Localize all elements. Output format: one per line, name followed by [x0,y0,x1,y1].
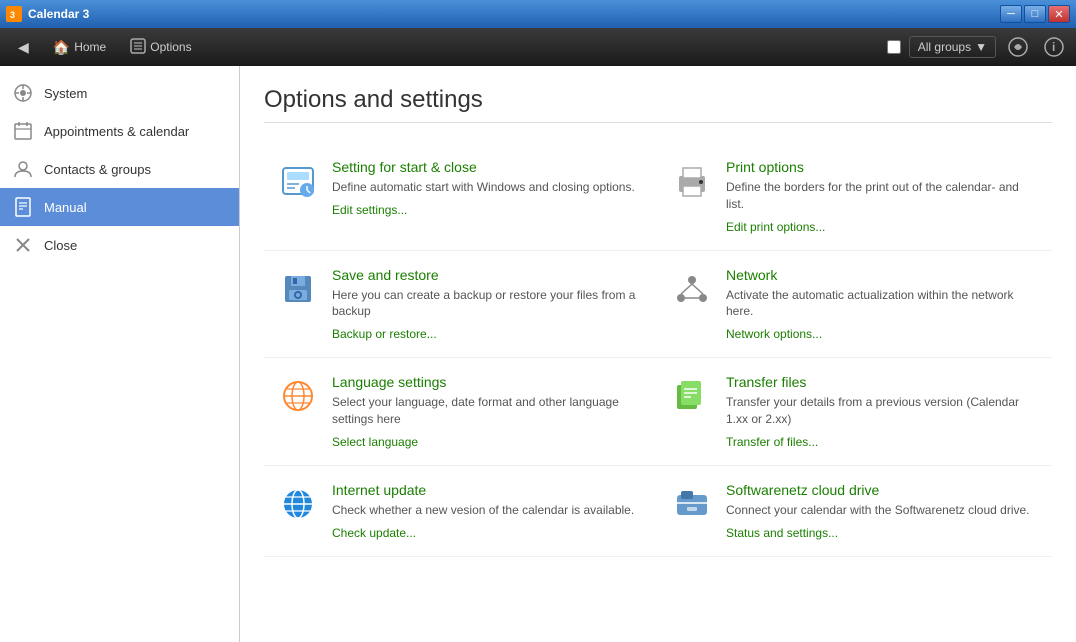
back-icon: ◀ [18,39,29,56]
system-icon [12,82,34,104]
home-button[interactable]: 🏠 Home [43,35,116,60]
sidebar-item-close[interactable]: Close [0,226,239,264]
option-link-transfer-files[interactable]: Transfer of files... [726,435,818,449]
option-desc-start-close: Define automatic start with Windows and … [332,179,646,196]
all-groups-label: All groups [918,40,971,54]
option-title-internet-update[interactable]: Internet update [332,482,646,498]
sidebar-item-appointments[interactable]: Appointments & calendar [0,112,239,150]
option-body-save-restore: Save and restore Here you can create a b… [332,267,646,342]
sidebar-appointments-label: Appointments & calendar [44,124,189,139]
option-desc-internet-update: Check whether a new vesion of the calend… [332,502,646,519]
close-icon [12,234,34,256]
sidebar-contacts-label: Contacts & groups [44,162,151,177]
option-body-language: Language settings Select your language, … [332,374,646,449]
sidebar-item-manual[interactable]: Manual [0,188,239,226]
option-link-internet-update[interactable]: Check update... [332,526,416,540]
appointments-icon [12,120,34,142]
share-button[interactable] [1004,33,1032,61]
option-body-start-close: Setting for start & close Define automat… [332,159,646,234]
sidebar-system-label: System [44,86,87,101]
option-title-transfer-files[interactable]: Transfer files [726,374,1040,390]
sidebar-item-contacts[interactable]: Contacts & groups [0,150,239,188]
maximize-button[interactable]: □ [1024,5,1046,23]
option-title-network[interactable]: Network [726,267,1040,283]
option-item-print-options[interactable]: Print options Define the borders for the… [658,143,1052,251]
option-title-language[interactable]: Language settings [332,374,646,390]
option-desc-cloud-drive: Connect your calendar with the Softwaren… [726,502,1040,519]
title-bar: 3 Calendar 3 ─ □ ✕ [0,0,1076,28]
sidebar: System Appointments & calendar Contacts … [0,66,240,642]
toolbar: ◀ 🏠 Home Options All groups ▼ i [0,28,1076,66]
option-body-network: Network Activate the automatic actualiza… [726,267,1040,342]
option-body-cloud-drive: Softwarenetz cloud drive Connect your ca… [726,482,1040,540]
contacts-icon [12,158,34,180]
option-icon-network [670,267,714,311]
option-title-print-options[interactable]: Print options [726,159,1040,175]
option-link-language[interactable]: Select language [332,435,418,449]
sidebar-close-label: Close [44,238,77,253]
all-groups-button[interactable]: All groups ▼ [909,36,996,58]
option-title-start-close[interactable]: Setting for start & close [332,159,646,175]
option-body-internet-update: Internet update Check whether a new vesi… [332,482,646,540]
options-icon [130,38,146,57]
option-icon-internet-update [276,482,320,526]
option-item-start-close[interactable]: Setting for start & close Define automat… [264,143,658,251]
option-item-save-restore[interactable]: Save and restore Here you can create a b… [264,251,658,359]
options-button[interactable]: Options [120,34,201,61]
option-desc-transfer-files: Transfer your details from a previous ve… [726,394,1040,428]
option-icon-start-close [276,159,320,203]
option-item-transfer-files[interactable]: Transfer files Transfer your details fro… [658,358,1052,466]
option-link-save-restore[interactable]: Backup or restore... [332,327,437,341]
option-desc-network: Activate the automatic actualization wit… [726,287,1040,321]
home-label: Home [74,40,106,54]
sidebar-item-system[interactable]: System [0,74,239,112]
option-icon-cloud-drive [670,482,714,526]
option-icon-print-options [670,159,714,203]
toolbar-right: All groups ▼ i [887,33,1068,61]
close-button[interactable]: ✕ [1048,5,1070,23]
option-icon-language [276,374,320,418]
option-icon-transfer-files [670,374,714,418]
option-item-cloud-drive[interactable]: Softwarenetz cloud drive Connect your ca… [658,466,1052,557]
dropdown-icon: ▼ [975,40,987,54]
svg-text:i: i [1052,40,1055,54]
option-link-print-options[interactable]: Edit print options... [726,220,825,234]
option-desc-print-options: Define the borders for the print out of … [726,179,1040,213]
manual-icon [12,196,34,218]
option-item-internet-update[interactable]: Internet update Check whether a new vesi… [264,466,658,557]
option-body-transfer-files: Transfer files Transfer your details fro… [726,374,1040,449]
option-title-save-restore[interactable]: Save and restore [332,267,646,283]
home-icon: 🏠 [53,39,70,56]
app-icon: 3 [6,6,22,22]
window-title: Calendar 3 [28,7,994,21]
option-item-language[interactable]: Language settings Select your language, … [264,358,658,466]
option-title-cloud-drive[interactable]: Softwarenetz cloud drive [726,482,1040,498]
option-item-network[interactable]: Network Activate the automatic actualiza… [658,251,1052,359]
option-link-network[interactable]: Network options... [726,327,822,341]
option-desc-save-restore: Here you can create a backup or restore … [332,287,646,321]
minimize-button[interactable]: ─ [1000,5,1022,23]
option-link-start-close[interactable]: Edit settings... [332,203,407,217]
content-area: Options and settings Setting for start &… [240,66,1076,642]
option-body-print-options: Print options Define the borders for the… [726,159,1040,234]
option-desc-language: Select your language, date format and ot… [332,394,646,428]
window-controls: ─ □ ✕ [1000,5,1070,23]
main-area: System Appointments & calendar Contacts … [0,66,1076,642]
option-link-cloud-drive[interactable]: Status and settings... [726,526,838,540]
sidebar-manual-label: Manual [44,200,87,215]
all-groups-checkbox[interactable] [887,40,901,54]
option-icon-save-restore [276,267,320,311]
options-label: Options [150,40,191,54]
svg-text:3: 3 [10,10,15,20]
back-button[interactable]: ◀ [8,35,39,60]
page-title: Options and settings [264,86,1052,123]
options-grid: Setting for start & close Define automat… [264,143,1052,557]
info-button[interactable]: i [1040,33,1068,61]
